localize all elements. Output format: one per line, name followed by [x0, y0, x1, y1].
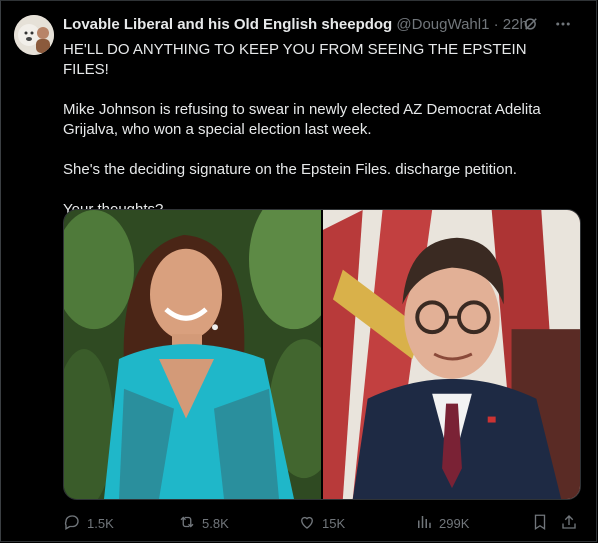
separator-dot: · [493, 16, 499, 33]
author-handle[interactable]: @DougWahl1 [396, 16, 489, 33]
tweet-paragraph: HE'LL DO ANYTHING TO KEEP YOU FROM SEEIN… [63, 41, 527, 78]
author-name[interactable]: Lovable Liberal and his Old English shee… [63, 16, 392, 33]
tweet-media[interactable] [63, 209, 581, 500]
author-avatar[interactable] [14, 15, 54, 55]
tweet-header: Lovable Liberal and his Old English shee… [63, 15, 533, 35]
reply-icon [63, 513, 81, 534]
tweet-paragraph: She's the deciding signature on the Epst… [63, 161, 517, 178]
repost-count: 5.8K [202, 515, 229, 531]
views-button[interactable]: 299K [415, 513, 469, 533]
reply-button[interactable]: 1.5K [63, 513, 114, 533]
like-count: 15K [322, 515, 346, 531]
photo-man[interactable] [323, 210, 580, 499]
bookmark-icon [531, 513, 549, 534]
share-button[interactable] [560, 513, 578, 533]
views-count: 299K [439, 515, 470, 531]
photo-woman[interactable] [64, 210, 321, 499]
tweet[interactable]: Lovable Liberal and his Old English shee… [0, 0, 597, 542]
action-bar: 1.5K 5.8K 15K 299K [63, 513, 583, 533]
repost-button[interactable]: 5.8K [178, 513, 229, 533]
like-icon [298, 513, 316, 534]
bookmark-button[interactable] [531, 513, 549, 533]
more-icon[interactable] [552, 13, 574, 35]
like-button[interactable]: 15K [298, 513, 345, 533]
tweet-paragraph: Mike Johnson is refusing to swear in new… [63, 101, 541, 138]
grok-icon[interactable] [520, 13, 542, 35]
views-icon [415, 513, 433, 534]
repost-icon [178, 513, 196, 534]
share-icon [560, 513, 578, 534]
reply-count: 1.5K [87, 515, 114, 531]
